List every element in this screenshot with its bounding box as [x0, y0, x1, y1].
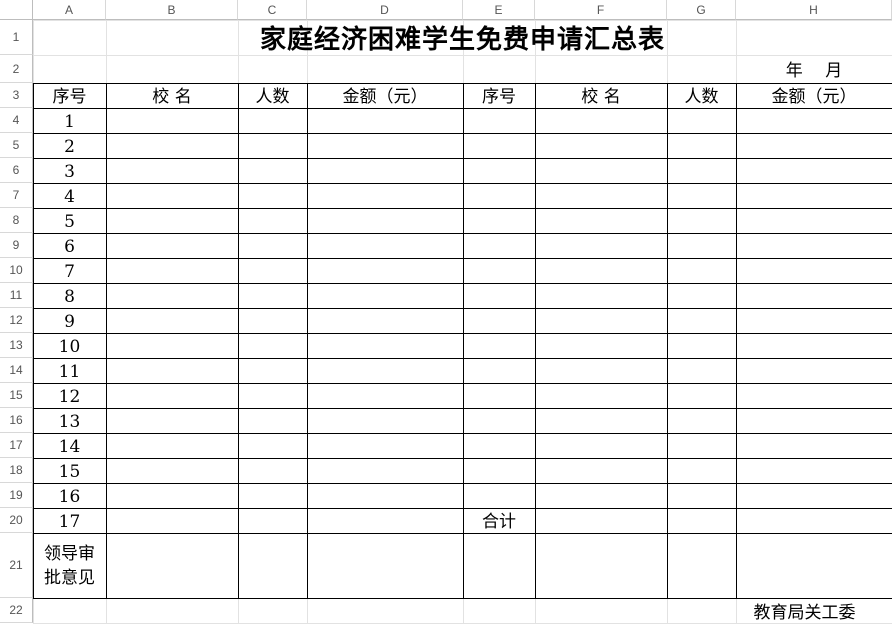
seq-number-cell[interactable]: 14: [33, 433, 106, 458]
total-label[interactable]: 合计: [463, 508, 535, 533]
row-header-21[interactable]: 21: [0, 533, 33, 598]
table-border-h: [33, 333, 892, 334]
sheet-title[interactable]: 家庭经济困难学生免费申请汇总表: [33, 20, 892, 55]
header-seq[interactable]: 序号: [463, 83, 535, 108]
row-header-10[interactable]: 10: [0, 258, 33, 283]
row-header-11[interactable]: 11: [0, 283, 33, 308]
column-header-a[interactable]: A: [33, 0, 106, 20]
seq-number-cell[interactable]: 1: [33, 108, 106, 133]
table-border-h: [33, 108, 892, 109]
spreadsheet-grid: A B C D E F G H 1 2 3 4 5 6 7 8 9 10 11 12 13 14 15 16 17 18 19 20 2…: [0, 0, 892, 624]
table-border-h: [33, 183, 892, 184]
table-border-h: [33, 408, 892, 409]
select-all-corner[interactable]: [0, 0, 33, 20]
approval-label-line: 批意见: [44, 567, 95, 588]
row-header-18[interactable]: 18: [0, 458, 33, 483]
column-header-c[interactable]: C: [238, 0, 307, 20]
column-header-f[interactable]: F: [535, 0, 667, 20]
row-header-4[interactable]: 4: [0, 108, 33, 133]
table-border-h: [33, 208, 892, 209]
row-header-12[interactable]: 12: [0, 308, 33, 333]
footer-org[interactable]: 教育局关工委: [667, 598, 892, 623]
seq-number-cell[interactable]: 5: [33, 208, 106, 233]
table-border-h: [33, 133, 892, 134]
header-count[interactable]: 人数: [667, 83, 736, 108]
table-border-h: [33, 483, 892, 484]
column-header-g[interactable]: G: [667, 0, 736, 20]
seq-number-cell[interactable]: 11: [33, 358, 106, 383]
header-school[interactable]: 校 名: [535, 83, 667, 108]
row-header-22[interactable]: 22: [0, 598, 33, 623]
row-header-9[interactable]: 9: [0, 233, 33, 258]
column-header-d[interactable]: D: [307, 0, 463, 20]
date-label[interactable]: 年 月: [736, 55, 892, 83]
table-border-h: [33, 158, 892, 159]
table-border-v: [736, 83, 737, 599]
row-header-3[interactable]: 3: [0, 83, 33, 108]
table-border-h: [33, 308, 892, 309]
row-header-19[interactable]: 19: [0, 483, 33, 508]
table-border-h: [33, 283, 892, 284]
seq-number-cell[interactable]: 10: [33, 333, 106, 358]
seq-number-cell[interactable]: 12: [33, 383, 106, 408]
table-border-v: [106, 83, 107, 599]
seq-number-cell[interactable]: 8: [33, 283, 106, 308]
header-amount[interactable]: 金额（元）: [307, 83, 463, 108]
column-header-b[interactable]: B: [106, 0, 238, 20]
seq-number-cell[interactable]: 15: [33, 458, 106, 483]
seq-number-cell[interactable]: 6: [33, 233, 106, 258]
seq-number-cell[interactable]: 9: [33, 308, 106, 333]
table-border-h: [33, 433, 892, 434]
column-header-h[interactable]: H: [736, 0, 892, 20]
header-count[interactable]: 人数: [238, 83, 307, 108]
table-border-h: [33, 458, 892, 459]
row-header-15[interactable]: 15: [0, 383, 33, 408]
column-header-e[interactable]: E: [463, 0, 535, 20]
approval-label[interactable]: 领导审 批意见: [33, 533, 106, 598]
seq-number-cell[interactable]: 4: [33, 183, 106, 208]
seq-number-cell[interactable]: 7: [33, 258, 106, 283]
table-border-h: [33, 258, 892, 259]
row-header-2[interactable]: 2: [0, 55, 33, 83]
seq-number-cell[interactable]: 17: [33, 508, 106, 533]
row-header-7[interactable]: 7: [0, 183, 33, 208]
row-header-6[interactable]: 6: [0, 158, 33, 183]
row-header-16[interactable]: 16: [0, 408, 33, 433]
table-border-v: [238, 83, 239, 599]
row-header-20[interactable]: 20: [0, 508, 33, 533]
seq-number-cell[interactable]: 2: [33, 133, 106, 158]
row-header-1[interactable]: 1: [0, 20, 33, 55]
row-header-8[interactable]: 8: [0, 208, 33, 233]
seq-number-cell[interactable]: 3: [33, 158, 106, 183]
table-border-h: [33, 383, 892, 384]
header-school[interactable]: 校 名: [106, 83, 238, 108]
row-header-13[interactable]: 13: [0, 333, 33, 358]
row-header-14[interactable]: 14: [0, 358, 33, 383]
header-amount[interactable]: 金额（元）: [736, 83, 892, 108]
table-border-v: [667, 83, 668, 599]
seq-number-cell[interactable]: 13: [33, 408, 106, 433]
row-header-17[interactable]: 17: [0, 433, 33, 458]
approval-label-line: 领导审: [44, 543, 95, 564]
row-header-5[interactable]: 5: [0, 133, 33, 158]
header-seq[interactable]: 序号: [33, 83, 106, 108]
table-border-h: [33, 233, 892, 234]
table-border-v: [307, 83, 308, 599]
table-border-h: [33, 358, 892, 359]
table-border-v: [535, 83, 536, 599]
table-border-h: [33, 533, 892, 534]
seq-number-cell[interactable]: 16: [33, 483, 106, 508]
